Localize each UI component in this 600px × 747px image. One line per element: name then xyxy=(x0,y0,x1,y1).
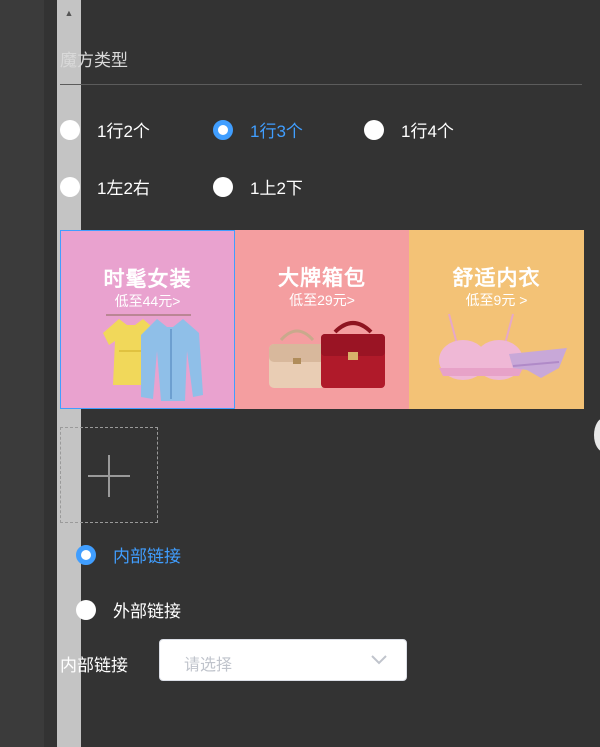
panel-edge-handle[interactable] xyxy=(594,418,600,452)
bags-image xyxy=(269,321,385,388)
underwear-image xyxy=(439,313,567,380)
add-image-button[interactable] xyxy=(60,427,158,523)
radio-label: 1行4个 xyxy=(401,122,454,141)
scroll-up-arrow-icon[interactable]: ▲ xyxy=(57,4,81,22)
radio-layout-1left-2right[interactable]: 1左2右 xyxy=(60,174,150,199)
plus-icon xyxy=(108,455,110,497)
radio-circle[interactable] xyxy=(60,176,80,197)
internal-link-select[interactable]: 请选择 xyxy=(159,639,407,681)
cube-subtitle: 低至29元> xyxy=(289,292,355,308)
radio-label: 外部链接 xyxy=(113,602,181,621)
radio-label: 1行3个 xyxy=(250,122,303,141)
radio-internal-link[interactable]: 内部链接 xyxy=(76,542,181,567)
cube-subtitle: 低至44元> xyxy=(114,293,181,309)
radio-label: 1行2个 xyxy=(97,122,150,141)
cube-cell-women-clothing[interactable]: 时髦女装 低至44元> xyxy=(60,230,235,409)
section-title: 魔方类型 xyxy=(60,51,128,70)
radio-label: 1上2下 xyxy=(250,179,303,198)
radio-label: 内部链接 xyxy=(113,547,181,566)
cube-cell-luggage[interactable]: 大牌箱包 低至29元> xyxy=(235,230,409,409)
radio-label: 1左2右 xyxy=(97,179,150,198)
cube-title: 时髦女装 xyxy=(103,268,192,291)
radio-layout-1row-3[interactable]: 1行3个 xyxy=(213,117,303,142)
radio-external-link[interactable]: 外部链接 xyxy=(76,597,181,622)
radio-circle[interactable] xyxy=(213,176,233,197)
cube-title: 大牌箱包 xyxy=(278,267,366,290)
radio-circle[interactable] xyxy=(60,119,80,140)
chevron-down-icon xyxy=(371,655,387,665)
cube-title: 舒适内衣 xyxy=(452,267,541,290)
radio-circle-checked[interactable] xyxy=(76,544,96,565)
internal-link-label: 内部链接 xyxy=(60,656,128,675)
divider xyxy=(60,84,582,85)
radio-layout-1row-4[interactable]: 1行4个 xyxy=(364,117,454,142)
cube-subtitle: 低至9元 > xyxy=(465,292,528,308)
radio-circle[interactable] xyxy=(76,599,96,620)
select-placeholder: 请选择 xyxy=(184,657,233,674)
cube-cell-underwear[interactable]: 舒适内衣 低至9元 > xyxy=(409,230,584,409)
side-strip xyxy=(0,0,44,747)
radio-circle[interactable] xyxy=(364,119,384,140)
radio-layout-1top-2bottom[interactable]: 1上2下 xyxy=(213,174,303,199)
cube-preview: 时髦女装 低至44元> 大牌箱包 低至29元> 舒适内衣 低至9元 > xyxy=(60,230,584,409)
radio-circle-checked[interactable] xyxy=(213,119,233,140)
clothing-image xyxy=(103,314,203,401)
radio-layout-1row-2[interactable]: 1行2个 xyxy=(60,117,150,142)
